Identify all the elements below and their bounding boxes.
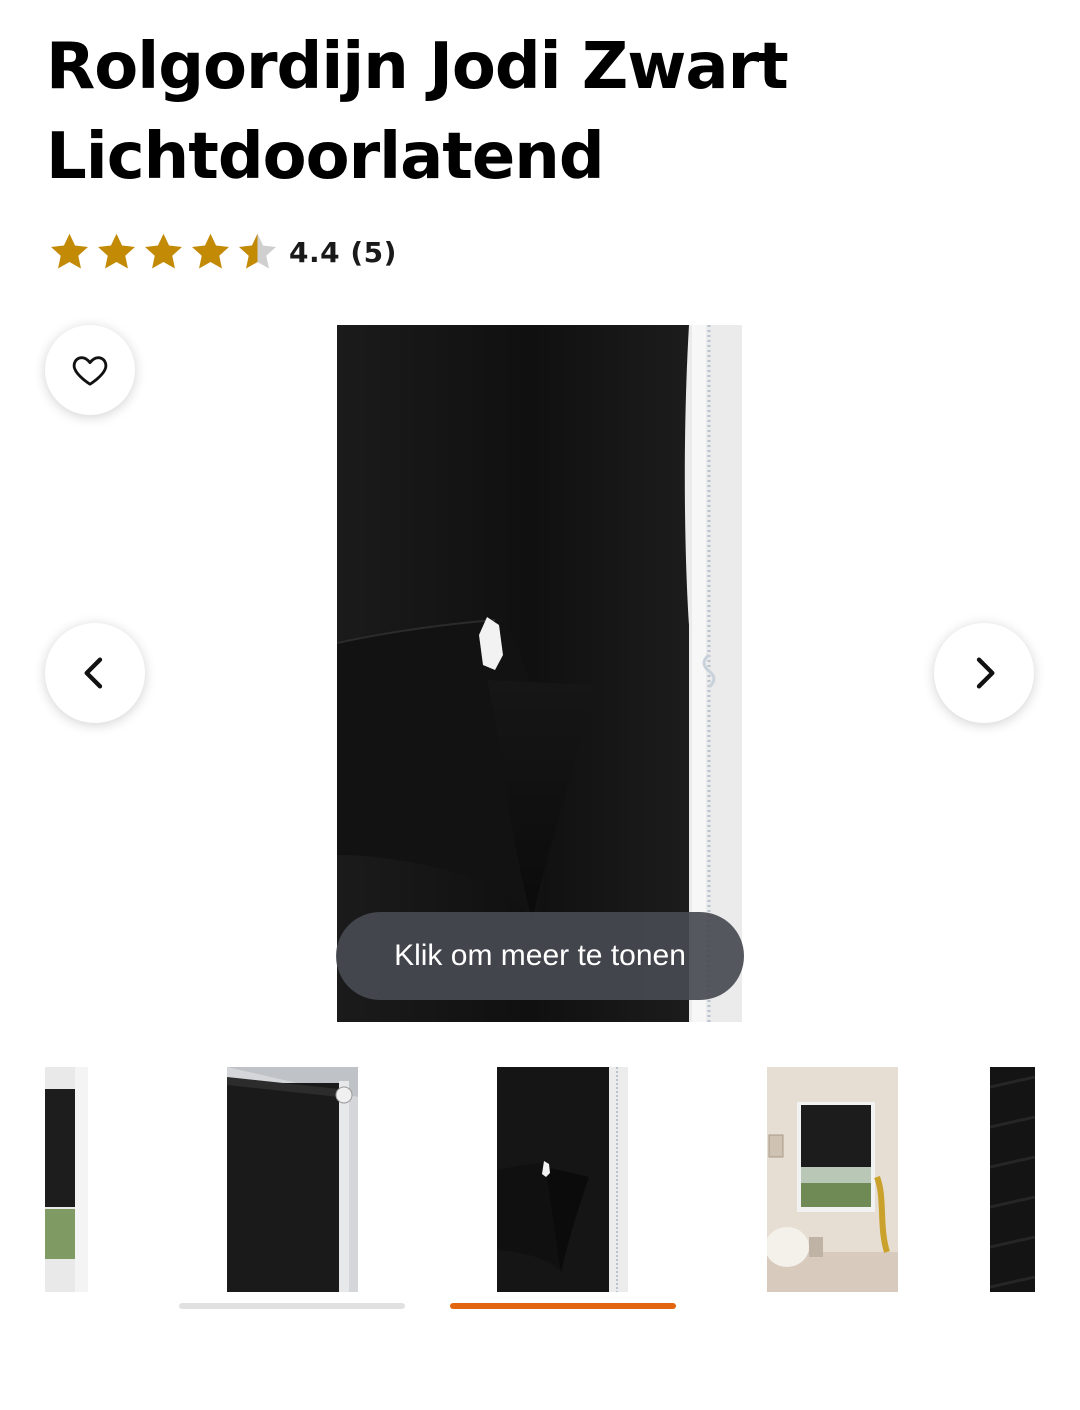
- product-rating[interactable]: 4.4 (5): [48, 230, 397, 274]
- favorite-button[interactable]: [45, 325, 135, 415]
- product-title: Rolgordijn Jodi Zwart Lichtdoorlatend: [46, 22, 1036, 202]
- previous-image-button[interactable]: [45, 623, 145, 723]
- chevron-left-icon: [84, 657, 103, 689]
- product-title-line-1: Rolgordijn Jodi Zwart: [46, 30, 789, 104]
- chevron-right-icon: [976, 657, 995, 689]
- carousel-indicator: [179, 1303, 405, 1309]
- rating-stars: [48, 231, 279, 274]
- thumbnail-image: [497, 1067, 628, 1292]
- thumbnail-5[interactable]: [990, 1067, 1035, 1292]
- thumbnail-4[interactable]: [767, 1067, 898, 1292]
- thumbnail-3[interactable]: [497, 1067, 628, 1292]
- star-icon: [192, 233, 229, 268]
- carousel-indicator-active: [450, 1303, 676, 1309]
- show-more-button[interactable]: Klik om meer te tonen: [336, 912, 744, 1000]
- thumbnail-image: [227, 1067, 358, 1292]
- star-icon: [145, 233, 182, 268]
- star-half-icon: [239, 233, 276, 268]
- thumbnail-image: [45, 1067, 88, 1292]
- next-image-button[interactable]: [934, 623, 1034, 723]
- star-icon: [51, 233, 88, 268]
- star-icon: [98, 233, 135, 268]
- product-title-line-2: Lichtdoorlatend: [46, 120, 605, 194]
- rating-text: 4.4 (5): [289, 235, 397, 269]
- thumbnail-image: [990, 1067, 1035, 1292]
- show-more-label: Klik om meer te tonen: [394, 939, 686, 972]
- thumbnail-1[interactable]: [45, 1067, 88, 1292]
- thumbnail-2[interactable]: [227, 1067, 358, 1292]
- heart-icon: [72, 356, 108, 386]
- thumbnail-image: [767, 1067, 898, 1292]
